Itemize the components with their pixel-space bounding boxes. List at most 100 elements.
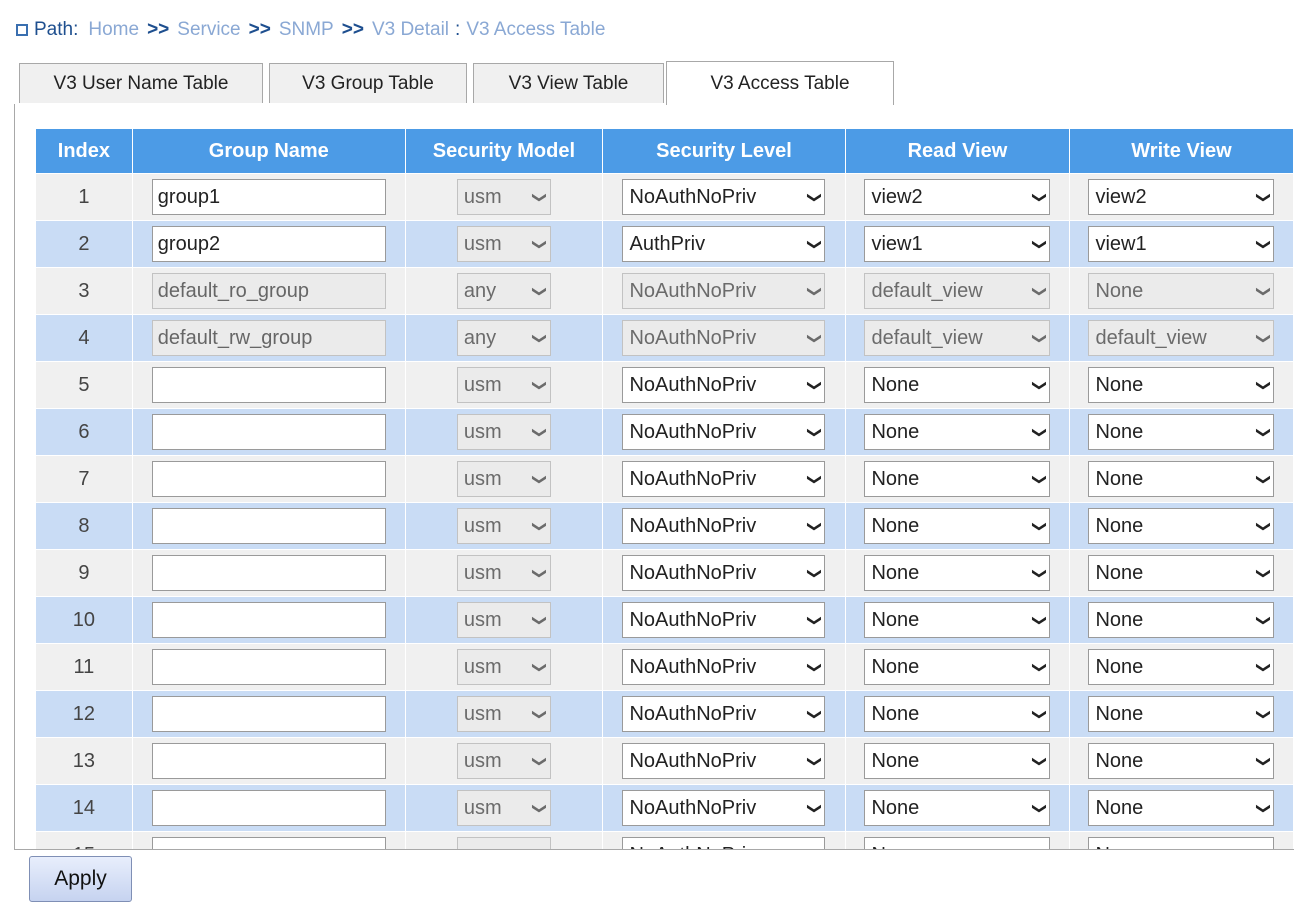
write-view-select[interactable]: view1 ❮ (1088, 226, 1275, 262)
breadcrumb-v3-detail[interactable]: V3 Detail (372, 19, 449, 41)
read-view-select[interactable]: view1 ❮ (864, 226, 1051, 262)
table-row: 7 usm ❮ NoAuthNoPriv ❮ None ❮ None ❮ (35, 455, 1294, 503)
chevron-down-icon: ❮ (1029, 567, 1046, 579)
write-view-select[interactable]: None ❮ (1088, 696, 1275, 732)
group-name-input[interactable] (151, 837, 386, 849)
chevron-down-icon: ❮ (1029, 238, 1046, 250)
group-name-input[interactable] (151, 696, 386, 732)
read-view-select[interactable]: None ❮ (864, 461, 1051, 497)
write-view-select[interactable]: None ❮ (1088, 649, 1275, 685)
index-cell: 4 (35, 314, 133, 362)
write-view-select[interactable]: None ❮ (1088, 555, 1275, 591)
read-view-select[interactable]: view2 ❮ (864, 179, 1051, 215)
group-name-cell: default_ro_group (131, 267, 406, 315)
write-view-select[interactable]: None ❮ (1088, 602, 1275, 638)
security-level-value: NoAuthNoPriv (629, 796, 757, 819)
security-level-select[interactable]: AuthPriv ❮ (622, 226, 826, 262)
security-level-select[interactable]: NoAuthNoPriv ❮ (622, 367, 826, 403)
write-view-select[interactable]: None ❮ (1088, 367, 1275, 403)
read-view-cell: None ❮ (844, 831, 1070, 849)
group-name-input[interactable]: group1 (151, 179, 386, 215)
tab-v3-group-table[interactable]: V3 Group Table (269, 63, 467, 103)
table-row: 12 usm ❮ NoAuthNoPriv ❮ None ❮ None ❮ (35, 690, 1294, 738)
security-model-select: any ❮ (456, 320, 551, 356)
group-name-cell (131, 361, 406, 409)
group-name-input[interactable] (151, 508, 386, 544)
write-view-select[interactable]: None ❮ (1088, 837, 1275, 849)
write-view-select[interactable]: view2 ❮ (1088, 179, 1275, 215)
breadcrumb-home[interactable]: Home (88, 19, 139, 41)
security-level-select[interactable]: NoAuthNoPriv ❮ (622, 790, 826, 826)
security-model-value: usm (463, 514, 502, 537)
security-level-value: NoAuthNoPriv (629, 655, 757, 678)
write-view-select[interactable]: None ❮ (1088, 743, 1275, 779)
write-view-select[interactable]: None ❮ (1088, 414, 1275, 450)
write-view-select[interactable]: None ❮ (1088, 508, 1275, 544)
apply-button[interactable]: Apply (29, 856, 132, 902)
write-view-select[interactable]: None ❮ (1088, 790, 1275, 826)
security-level-select[interactable]: NoAuthNoPriv ❮ (622, 414, 826, 450)
read-view-select: default_view ❮ (864, 320, 1051, 356)
chevron-down-icon: ❮ (1029, 661, 1046, 673)
chevron-down-icon: ❮ (804, 567, 821, 579)
breadcrumb-service[interactable]: Service (177, 19, 240, 41)
tab-v3-access-table[interactable]: V3 Access Table (666, 61, 894, 105)
security-model-select: usm ❮ (456, 226, 551, 262)
group-name-input[interactable] (151, 555, 386, 591)
group-name-input[interactable] (151, 743, 386, 779)
write-view-select[interactable]: None ❮ (1088, 461, 1275, 497)
group-name-cell (131, 737, 406, 785)
security-level-cell: NoAuthNoPriv ❮ (602, 549, 846, 597)
chevron-down-icon: ❮ (1253, 238, 1270, 250)
security-level-select[interactable]: NoAuthNoPriv ❮ (622, 555, 826, 591)
group-name-input[interactable]: group2 (151, 226, 386, 262)
security-level-select[interactable]: NoAuthNoPriv ❮ (622, 696, 826, 732)
header-write-view: Write View (1068, 128, 1294, 174)
security-model-select: any ❮ (456, 273, 551, 309)
read-view-select[interactable]: None ❮ (864, 649, 1051, 685)
security-level-select[interactable]: NoAuthNoPriv ❮ (622, 649, 826, 685)
security-level-select[interactable]: NoAuthNoPriv ❮ (622, 179, 826, 215)
group-name-cell (131, 455, 406, 503)
group-name-input[interactable] (151, 461, 386, 497)
index-cell: 9 (35, 549, 133, 597)
read-view-select[interactable]: None ❮ (864, 602, 1051, 638)
group-name-input[interactable] (151, 414, 386, 450)
security-level-select[interactable]: NoAuthNoPriv ❮ (622, 837, 826, 849)
security-level-select[interactable]: NoAuthNoPriv ❮ (622, 461, 826, 497)
security-level-cell: NoAuthNoPriv ❮ (602, 361, 846, 409)
security-level-cell: NoAuthNoPriv ❮ (602, 831, 846, 849)
chevron-down-icon: ❮ (1029, 426, 1046, 438)
chevron-down-icon: ❮ (529, 191, 546, 203)
security-level-select[interactable]: NoAuthNoPriv ❮ (622, 508, 826, 544)
group-name-cell (131, 408, 406, 456)
security-model-value: any (463, 326, 497, 349)
breadcrumb-snmp[interactable]: SNMP (279, 19, 334, 41)
chevron-down-icon: ❮ (529, 332, 546, 344)
tab-v3-view-table[interactable]: V3 View Table (473, 63, 664, 103)
read-view-select[interactable]: None ❮ (864, 743, 1051, 779)
security-level-cell: NoAuthNoPriv ❮ (602, 314, 846, 362)
read-view-select[interactable]: None ❮ (864, 555, 1051, 591)
security-level-select[interactable]: NoAuthNoPriv ❮ (622, 602, 826, 638)
group-name-input[interactable] (151, 790, 386, 826)
read-view-select[interactable]: None ❮ (864, 790, 1051, 826)
group-name-input[interactable] (151, 602, 386, 638)
group-name-input[interactable] (151, 367, 386, 403)
header-security-level: Security Level (602, 128, 846, 174)
read-view-select[interactable]: None ❮ (864, 508, 1051, 544)
index-cell: 3 (35, 267, 133, 315)
group-name-input[interactable] (151, 649, 386, 685)
security-model-select: usm ❮ (456, 414, 551, 450)
security-model-cell: usm ❮ (404, 220, 604, 268)
access-table: Index Group Name Security Model Security… (35, 128, 1294, 849)
chevron-down-icon: ❮ (1253, 426, 1270, 438)
read-view-select[interactable]: None ❮ (864, 837, 1051, 849)
security-level-select[interactable]: NoAuthNoPriv ❮ (622, 743, 826, 779)
tab-v3-user-name-table[interactable]: V3 User Name Table (19, 63, 263, 103)
read-view-select[interactable]: None ❮ (864, 696, 1051, 732)
write-view-value: None (1095, 514, 1144, 537)
read-view-select[interactable]: None ❮ (864, 367, 1051, 403)
security-level-cell: NoAuthNoPriv ❮ (602, 690, 846, 738)
read-view-select[interactable]: None ❮ (864, 414, 1051, 450)
